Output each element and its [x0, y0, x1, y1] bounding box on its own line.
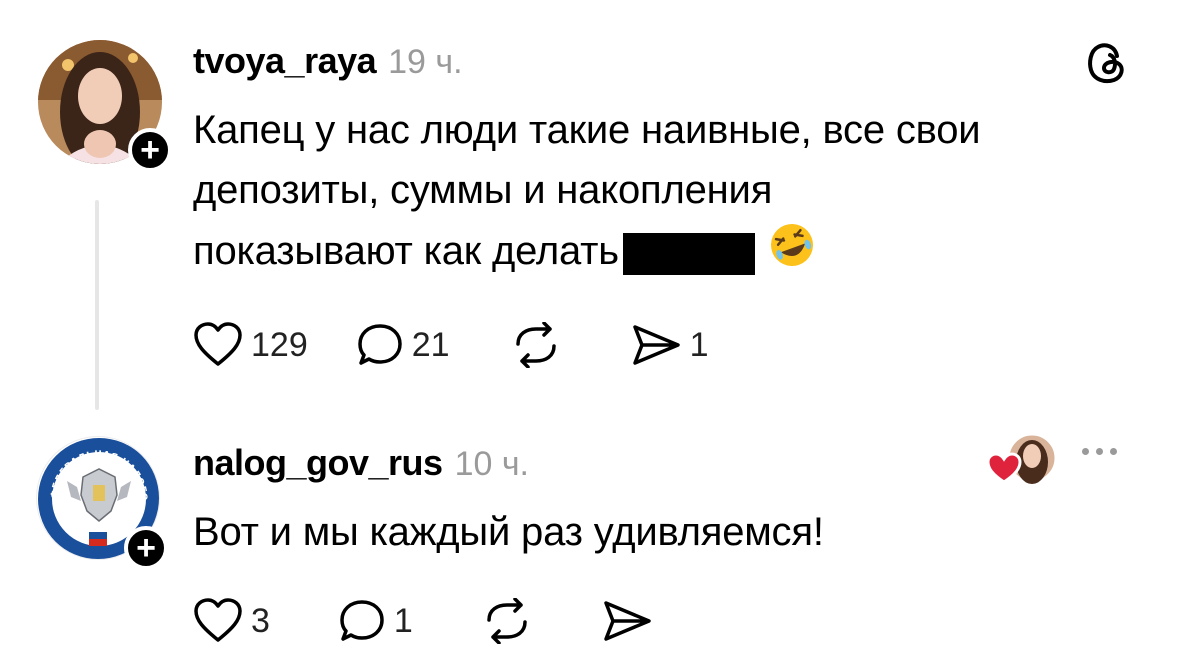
- post-header: tvoya_raya 19 ч.: [193, 40, 463, 82]
- more-options-icon[interactable]: [1082, 448, 1117, 455]
- reply-button[interactable]: 1: [338, 598, 413, 644]
- share-button[interactable]: 1: [630, 322, 709, 368]
- timestamp: 19 ч.: [388, 43, 463, 81]
- follow-button[interactable]: +: [128, 128, 172, 172]
- like-button[interactable]: 3: [193, 598, 270, 644]
- post-text-line: Капец у нас люди такие наивные, все свои: [193, 108, 981, 152]
- reply-count: 21: [411, 325, 450, 364]
- timestamp: 10 ч.: [454, 445, 529, 483]
- thread-post: + tvoya_raya 19 ч. Капец у нас люди таки…: [0, 0, 1179, 420]
- reply-button[interactable]: 21: [356, 322, 450, 368]
- post-text: Капец у нас люди такие наивные, все свои…: [193, 100, 981, 287]
- repost-icon: [487, 598, 527, 644]
- reply-count: 1: [393, 601, 413, 640]
- post-text-line-text: показывают как делать: [193, 229, 619, 274]
- repost-button[interactable]: [510, 322, 562, 368]
- share-count: 1: [689, 325, 709, 364]
- post-actions: 3 1: [193, 598, 653, 644]
- rofl-emoji-icon: [767, 220, 817, 287]
- post-text: Вот и мы каждый раз удивляемся!: [193, 502, 824, 562]
- comment-icon: [340, 600, 384, 641]
- post-actions: 129 21 1: [193, 322, 708, 368]
- post-header: nalog_gov_rus 10 ч.: [193, 442, 529, 484]
- like-button[interactable]: 129: [193, 322, 308, 368]
- like-count: 129: [251, 325, 308, 364]
- threads-logo-icon[interactable]: [1083, 38, 1131, 91]
- share-button[interactable]: [601, 598, 653, 644]
- username[interactable]: nalog_gov_rus: [193, 442, 443, 484]
- username[interactable]: tvoya_raya: [193, 40, 377, 82]
- post-text-line: Вот и мы каждый раз удивляемся!: [193, 510, 824, 554]
- like-count: 3: [251, 601, 270, 640]
- thread-line: [95, 200, 99, 410]
- avatar[interactable]: ФЕДЕРАЛЬНАЯ НАЛОГОВАЯ СЛУЖБА +: [36, 436, 168, 570]
- repost-button[interactable]: [481, 598, 533, 644]
- heart-icon: [194, 322, 242, 366]
- avatar[interactable]: +: [38, 40, 172, 172]
- post-text-line: показывают как делать: [193, 220, 980, 287]
- heart-icon: [194, 598, 242, 642]
- send-icon: [604, 601, 651, 641]
- repost-icon: [515, 322, 556, 368]
- censor-bar: [622, 232, 755, 275]
- follow-button[interactable]: +: [124, 526, 168, 570]
- post-text-line: депозиты, суммы и накопления: [193, 168, 773, 212]
- comment-icon: [357, 324, 402, 365]
- liked-by-author-indicator[interactable]: [986, 432, 1060, 488]
- send-icon: [632, 325, 680, 365]
